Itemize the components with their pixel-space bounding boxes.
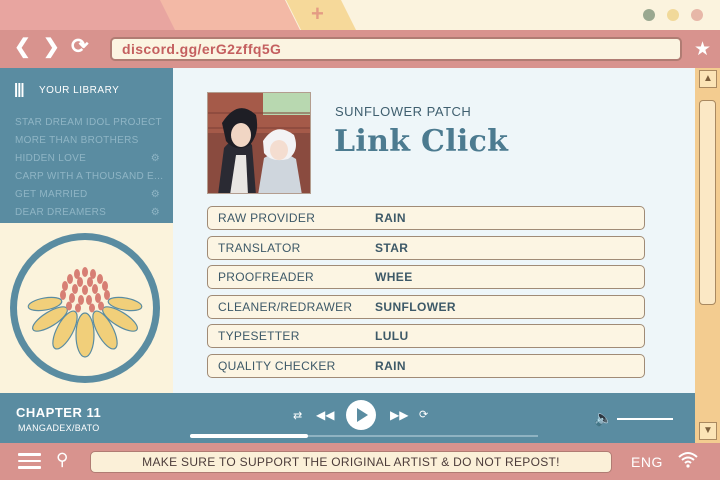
tab-active[interactable] [160, 0, 300, 30]
forward-arrow-icon[interactable]: ❯ [43, 36, 60, 58]
credit-name: LULU [375, 329, 409, 343]
back-arrow-icon[interactable]: ❮ [14, 36, 31, 58]
window-close-dot[interactable] [691, 9, 703, 21]
source-label: MANGADEX/BATO [18, 423, 100, 433]
credit-role: PROOFREADER [218, 270, 314, 284]
credit-role: TYPESETTER [218, 329, 300, 343]
scrollbar-thumb[interactable] [699, 100, 716, 305]
volume-icon[interactable]: 🔈 [594, 409, 613, 427]
credit-row: RAW PROVIDER RAIN [207, 206, 645, 230]
progress-fill[interactable] [190, 434, 308, 438]
library-icon: ||| [14, 81, 25, 98]
credit-row: QUALITY CHECKER RAIN [207, 353, 645, 378]
scanlation-group: SUNFLOWER PATCH [335, 104, 472, 119]
play-icon[interactable] [357, 408, 368, 422]
library-list: STAR DREAM IDOL PROJECT MORE THAN BROTHE… [15, 114, 163, 222]
window-maximize-dot[interactable] [667, 9, 679, 21]
credit-row: PROOFREADER WHEE [207, 265, 645, 289]
credit-role: CLEANER/REDRAWER [218, 299, 353, 314]
bookmark-star-icon[interactable]: ★ [694, 38, 711, 61]
volume-slider[interactable] [617, 418, 673, 420]
lock-icon: ⚙ [150, 153, 160, 164]
credit-name: RAIN [375, 211, 406, 225]
reload-icon[interactable]: ⟳ [71, 36, 89, 58]
credit-row: TRANSLATOR STAR [207, 235, 645, 260]
lock-icon: ⚙ [150, 189, 160, 200]
url-bar[interactable]: discord.gg/erG2zffq5G [110, 37, 682, 61]
rewind-icon[interactable]: ◀◀ [316, 408, 334, 422]
credit-name: WHEE [375, 270, 413, 284]
credit-role: RAW PROVIDER [218, 211, 316, 225]
library-item[interactable]: HIDDEN LOVE ⚙ [15, 150, 163, 168]
scroll-down-icon[interactable]: ▼ [699, 422, 717, 440]
library-item[interactable]: STAR DREAM IDOL PROJECT [15, 114, 163, 132]
credits-list: RAW PROVIDER RAIN TRANSLATOR STAR PROOFR… [207, 206, 645, 383]
new-tab-plus-icon[interactable]: + [311, 2, 324, 26]
tab-inactive[interactable] [0, 0, 180, 30]
credit-row: CLEANER/REDRAWER SUNFLOWER [207, 294, 645, 319]
repeat-icon[interactable]: ⟳ [419, 408, 428, 421]
library-item[interactable]: CARP WITH A THOUSAND E... [15, 168, 163, 186]
shuffle-icon[interactable]: ⇄ [293, 409, 302, 422]
scroll-up-icon[interactable]: ▲ [699, 70, 717, 88]
credit-name: RAIN [375, 358, 406, 373]
wifi-icon [677, 450, 699, 473]
credit-role: QUALITY CHECKER [218, 358, 336, 373]
fast-forward-icon[interactable]: ▶▶ [390, 408, 408, 422]
credit-name: STAR [375, 240, 409, 255]
series-cover-image [207, 92, 311, 194]
menu-icon[interactable] [18, 453, 41, 469]
notice-banner: MAKE SURE TO SUPPORT THE ORIGINAL ARTIST… [90, 451, 612, 473]
credit-role: TRANSLATOR [218, 240, 301, 255]
library-item[interactable]: GET MARRIED ⚙ [15, 186, 163, 204]
credit-name: SUNFLOWER [375, 299, 456, 314]
series-title: Link Click [334, 124, 509, 159]
search-icon[interactable]: ⚲ [56, 450, 68, 470]
language-label[interactable]: ENG [631, 454, 663, 470]
library-item[interactable]: MORE THAN BROTHERS [15, 132, 163, 150]
url-text: discord.gg/erG2zffq5G [122, 41, 282, 57]
library-title: YOUR LIBRARY [39, 85, 120, 96]
lock-icon: ⚙ [150, 207, 160, 218]
sunflower-logo-icon [27, 267, 143, 358]
notice-text: MAKE SURE TO SUPPORT THE ORIGINAL ARTIST… [142, 455, 560, 469]
credit-row: TYPESETTER LULU [207, 324, 645, 348]
library-item[interactable]: DEAR DREAMERS ⚙ [15, 204, 163, 222]
chapter-label: CHAPTER 11 [16, 405, 102, 420]
window-minimize-dot[interactable] [643, 9, 655, 21]
